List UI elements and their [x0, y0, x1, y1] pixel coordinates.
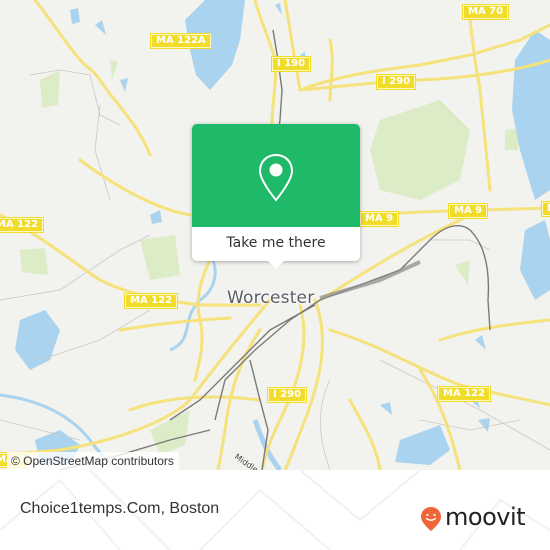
- map-attribution[interactable]: © OpenStreetMap contributors: [7, 452, 179, 470]
- route-shield-ma-122a: MA 122A: [150, 33, 212, 49]
- route-shield-i-190: I 190: [271, 56, 312, 72]
- route-shield-ma-9: MA 9: [359, 211, 400, 227]
- map-view[interactable]: MA 70 MA 122A I 190 I 290 MA 122 MA 9 MA…: [0, 0, 550, 470]
- city-label: Worcester: [227, 288, 315, 308]
- popup-tail: [268, 261, 284, 269]
- route-shield-ma-122: MA 122: [437, 386, 492, 402]
- popup-header: [192, 124, 360, 227]
- attribution-text: © OpenStreetMap contributors: [11, 454, 174, 468]
- place-name: Choice1temps.Com, Boston: [20, 500, 220, 517]
- route-shield-i-290: I 290: [267, 387, 308, 403]
- take-me-there-button[interactable]: Take me there: [192, 227, 360, 261]
- route-shield-ma-122: MA 122: [0, 217, 45, 233]
- footer-bar: Choice1temps.Com, Boston moovit: [0, 470, 550, 550]
- route-shield-ma-122: MA 122: [124, 293, 179, 309]
- route-shield-ma-9: MA 9: [448, 203, 489, 219]
- map-pin-icon: [258, 153, 294, 202]
- route-shield-ma-9: MA 9: [541, 201, 550, 217]
- moovit-pin-icon: [421, 507, 441, 531]
- brand-name: moovit: [445, 503, 526, 531]
- moovit-logo[interactable]: moovit: [420, 503, 526, 534]
- route-shield-ma-70: MA 70: [462, 4, 510, 20]
- route-shield-i-290: I 290: [376, 74, 417, 90]
- location-popup: Take me there: [192, 124, 360, 269]
